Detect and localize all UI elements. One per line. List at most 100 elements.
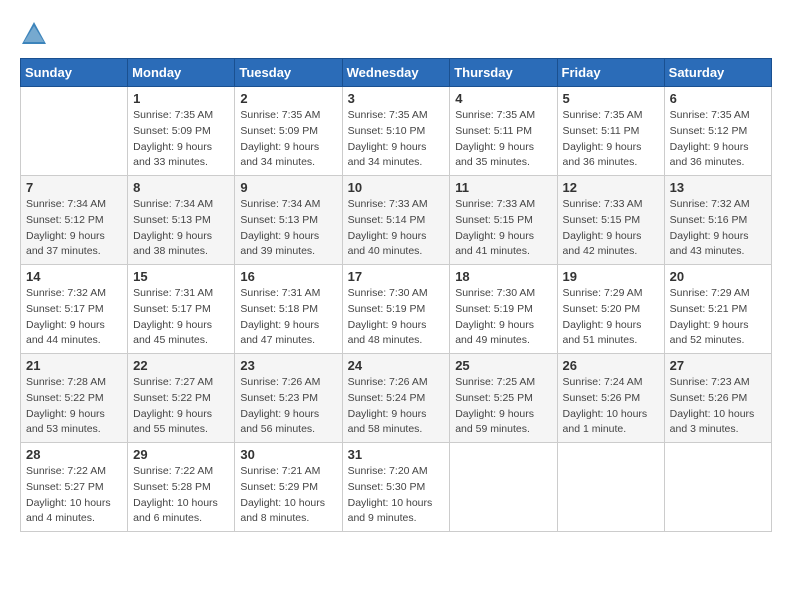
calendar-day-cell bbox=[557, 443, 664, 532]
weekday-header: Sunday bbox=[21, 59, 128, 87]
day-number: 25 bbox=[455, 358, 551, 373]
calendar-day-cell: 13 Sunrise: 7:32 AMSunset: 5:16 PMDayligh… bbox=[664, 176, 771, 265]
logo bbox=[20, 20, 54, 48]
day-number: 28 bbox=[26, 447, 122, 462]
day-number: 18 bbox=[455, 269, 551, 284]
day-info: Sunrise: 7:30 AMSunset: 5:19 PMDaylight:… bbox=[348, 286, 445, 349]
day-info: Sunrise: 7:35 AMSunset: 5:12 PMDaylight:… bbox=[670, 108, 766, 171]
day-number: 1 bbox=[133, 91, 229, 106]
calendar-day-cell: 8 Sunrise: 7:34 AMSunset: 5:13 PMDaylight… bbox=[128, 176, 235, 265]
calendar-day-cell: 28 Sunrise: 7:22 AMSunset: 5:27 PMDayligh… bbox=[21, 443, 128, 532]
day-number: 15 bbox=[133, 269, 229, 284]
calendar-day-cell: 4 Sunrise: 7:35 AMSunset: 5:11 PMDaylight… bbox=[450, 87, 557, 176]
calendar-day-cell: 27 Sunrise: 7:23 AMSunset: 5:26 PMDayligh… bbox=[664, 354, 771, 443]
day-info: Sunrise: 7:29 AMSunset: 5:21 PMDaylight:… bbox=[670, 286, 766, 349]
day-info: Sunrise: 7:35 AMSunset: 5:09 PMDaylight:… bbox=[133, 108, 229, 171]
calendar-day-cell: 9 Sunrise: 7:34 AMSunset: 5:13 PMDaylight… bbox=[235, 176, 342, 265]
day-info: Sunrise: 7:21 AMSunset: 5:29 PMDaylight:… bbox=[240, 464, 336, 527]
day-info: Sunrise: 7:25 AMSunset: 5:25 PMDaylight:… bbox=[455, 375, 551, 438]
day-info: Sunrise: 7:22 AMSunset: 5:28 PMDaylight:… bbox=[133, 464, 229, 527]
day-info: Sunrise: 7:35 AMSunset: 5:11 PMDaylight:… bbox=[563, 108, 659, 171]
calendar-day-cell: 5 Sunrise: 7:35 AMSunset: 5:11 PMDaylight… bbox=[557, 87, 664, 176]
weekday-header: Thursday bbox=[450, 59, 557, 87]
day-number: 7 bbox=[26, 180, 122, 195]
day-number: 27 bbox=[670, 358, 766, 373]
day-number: 29 bbox=[133, 447, 229, 462]
header bbox=[20, 20, 772, 48]
day-info: Sunrise: 7:24 AMSunset: 5:26 PMDaylight:… bbox=[563, 375, 659, 438]
day-number: 2 bbox=[240, 91, 336, 106]
calendar-day-cell: 19 Sunrise: 7:29 AMSunset: 5:20 PMDayligh… bbox=[557, 265, 664, 354]
calendar-day-cell bbox=[664, 443, 771, 532]
day-number: 19 bbox=[563, 269, 659, 284]
day-number: 10 bbox=[348, 180, 445, 195]
day-info: Sunrise: 7:26 AMSunset: 5:24 PMDaylight:… bbox=[348, 375, 445, 438]
weekday-header: Tuesday bbox=[235, 59, 342, 87]
day-info: Sunrise: 7:31 AMSunset: 5:18 PMDaylight:… bbox=[240, 286, 336, 349]
calendar-day-cell: 25 Sunrise: 7:25 AMSunset: 5:25 PMDayligh… bbox=[450, 354, 557, 443]
day-info: Sunrise: 7:31 AMSunset: 5:17 PMDaylight:… bbox=[133, 286, 229, 349]
day-number: 30 bbox=[240, 447, 336, 462]
calendar-day-cell: 10Sunrise: 7:33 AMSunset: 5:14 PMDayligh… bbox=[342, 176, 450, 265]
day-number: 6 bbox=[670, 91, 766, 106]
day-number: 21 bbox=[26, 358, 122, 373]
day-info: Sunrise: 7:34 AMSunset: 5:13 PMDaylight:… bbox=[240, 197, 336, 260]
day-number: 16 bbox=[240, 269, 336, 284]
day-number: 20 bbox=[670, 269, 766, 284]
calendar-day-cell: 7 Sunrise: 7:34 AMSunset: 5:12 PMDaylight… bbox=[21, 176, 128, 265]
day-number: 24 bbox=[348, 358, 445, 373]
calendar-week-row: 28 Sunrise: 7:22 AMSunset: 5:27 PMDayligh… bbox=[21, 443, 772, 532]
day-info: Sunrise: 7:35 AMSunset: 5:10 PMDaylight:… bbox=[348, 108, 445, 171]
calendar-day-cell: 1 Sunrise: 7:35 AMSunset: 5:09 PMDaylight… bbox=[128, 87, 235, 176]
calendar-day-cell: 14 Sunrise: 7:32 AMSunset: 5:17 PMDayligh… bbox=[21, 265, 128, 354]
day-number: 17 bbox=[348, 269, 445, 284]
weekday-header: Wednesday bbox=[342, 59, 450, 87]
calendar-day-cell: 2 Sunrise: 7:35 AMSunset: 5:09 PMDaylight… bbox=[235, 87, 342, 176]
calendar-day-cell: 6 Sunrise: 7:35 AMSunset: 5:12 PMDaylight… bbox=[664, 87, 771, 176]
day-number: 31 bbox=[348, 447, 445, 462]
weekday-header-row: SundayMondayTuesdayWednesdayThursdayFrid… bbox=[21, 59, 772, 87]
day-info: Sunrise: 7:34 AMSunset: 5:13 PMDaylight:… bbox=[133, 197, 229, 260]
calendar-day-cell: 18 Sunrise: 7:30 AMSunset: 5:19 PMDayligh… bbox=[450, 265, 557, 354]
calendar-day-cell: 31Sunrise: 7:20 AMSunset: 5:30 PMDayligh… bbox=[342, 443, 450, 532]
day-number: 13 bbox=[670, 180, 766, 195]
weekday-header: Friday bbox=[557, 59, 664, 87]
day-info: Sunrise: 7:27 AMSunset: 5:22 PMDaylight:… bbox=[133, 375, 229, 438]
day-info: Sunrise: 7:34 AMSunset: 5:12 PMDaylight:… bbox=[26, 197, 122, 260]
day-number: 12 bbox=[563, 180, 659, 195]
day-info: Sunrise: 7:29 AMSunset: 5:20 PMDaylight:… bbox=[563, 286, 659, 349]
day-info: Sunrise: 7:22 AMSunset: 5:27 PMDaylight:… bbox=[26, 464, 122, 527]
day-info: Sunrise: 7:28 AMSunset: 5:22 PMDaylight:… bbox=[26, 375, 122, 438]
calendar-day-cell bbox=[21, 87, 128, 176]
day-info: Sunrise: 7:30 AMSunset: 5:19 PMDaylight:… bbox=[455, 286, 551, 349]
day-info: Sunrise: 7:32 AMSunset: 5:16 PMDaylight:… bbox=[670, 197, 766, 260]
calendar-day-cell: 22 Sunrise: 7:27 AMSunset: 5:22 PMDayligh… bbox=[128, 354, 235, 443]
day-info: Sunrise: 7:26 AMSunset: 5:23 PMDaylight:… bbox=[240, 375, 336, 438]
day-number: 9 bbox=[240, 180, 336, 195]
calendar-day-cell: 11Sunrise: 7:33 AMSunset: 5:15 PMDayligh… bbox=[450, 176, 557, 265]
calendar-week-row: 7 Sunrise: 7:34 AMSunset: 5:12 PMDaylight… bbox=[21, 176, 772, 265]
calendar-day-cell: 30 Sunrise: 7:21 AMSunset: 5:29 PMDayligh… bbox=[235, 443, 342, 532]
calendar-day-cell: 24 Sunrise: 7:26 AMSunset: 5:24 PMDayligh… bbox=[342, 354, 450, 443]
calendar-week-row: 14 Sunrise: 7:32 AMSunset: 5:17 PMDayligh… bbox=[21, 265, 772, 354]
calendar-week-row: 21 Sunrise: 7:28 AMSunset: 5:22 PMDayligh… bbox=[21, 354, 772, 443]
day-number: 4 bbox=[455, 91, 551, 106]
calendar: SundayMondayTuesdayWednesdayThursdayFrid… bbox=[20, 58, 772, 532]
calendar-day-cell: 3Sunrise: 7:35 AMSunset: 5:10 PMDaylight… bbox=[342, 87, 450, 176]
day-number: 14 bbox=[26, 269, 122, 284]
calendar-week-row: 1 Sunrise: 7:35 AMSunset: 5:09 PMDaylight… bbox=[21, 87, 772, 176]
weekday-header: Monday bbox=[128, 59, 235, 87]
calendar-day-cell: 26Sunrise: 7:24 AMSunset: 5:26 PMDayligh… bbox=[557, 354, 664, 443]
day-info: Sunrise: 7:35 AMSunset: 5:11 PMDaylight:… bbox=[455, 108, 551, 171]
day-info: Sunrise: 7:32 AMSunset: 5:17 PMDaylight:… bbox=[26, 286, 122, 349]
calendar-day-cell bbox=[450, 443, 557, 532]
day-number: 8 bbox=[133, 180, 229, 195]
day-info: Sunrise: 7:33 AMSunset: 5:15 PMDaylight:… bbox=[563, 197, 659, 260]
calendar-day-cell: 23Sunrise: 7:26 AMSunset: 5:23 PMDayligh… bbox=[235, 354, 342, 443]
day-number: 22 bbox=[133, 358, 229, 373]
day-number: 5 bbox=[563, 91, 659, 106]
day-info: Sunrise: 7:35 AMSunset: 5:09 PMDaylight:… bbox=[240, 108, 336, 171]
calendar-day-cell: 29 Sunrise: 7:22 AMSunset: 5:28 PMDayligh… bbox=[128, 443, 235, 532]
day-info: Sunrise: 7:33 AMSunset: 5:15 PMDaylight:… bbox=[455, 197, 551, 260]
day-info: Sunrise: 7:23 AMSunset: 5:26 PMDaylight:… bbox=[670, 375, 766, 438]
